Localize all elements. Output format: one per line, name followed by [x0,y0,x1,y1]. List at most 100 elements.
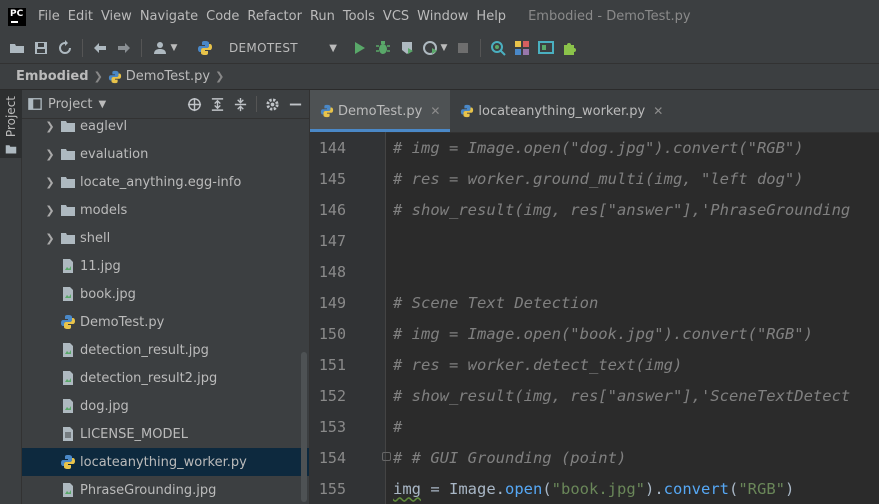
python-file-icon [60,454,76,470]
image-file-icon [60,258,76,274]
chevron-right-icon[interactable]: ❯ [42,204,58,217]
code-line[interactable]: 149 # Scene Text Detection [310,287,879,318]
menu-navigate[interactable]: Navigate [136,9,202,24]
pycharm-logo-icon: PC [8,7,26,26]
tree-row-file[interactable]: 11.jpg [22,252,309,280]
tree-row-file[interactable]: book.jpg [22,280,309,308]
project-structure-icon[interactable] [511,37,533,59]
project-panel-title[interactable]: Project [48,97,92,112]
attach-debugger-icon[interactable] [487,37,509,59]
code-line[interactable]: 154 # # GUI Grounding (point) [310,442,879,473]
code-area[interactable]: 144 # img = Image.open("dog.jpg").convert… [310,132,879,504]
image-file-icon [60,482,76,498]
project-panel: Project ▼ ❯ eaglevl ❯ evaluation ❯ locat… [22,90,309,504]
tree-row-file[interactable]: LICENSE_MODEL [22,420,309,448]
code-line[interactable]: 146 # show_result(img, res["answer"],'Phr… [310,194,879,225]
code-token-string: "book.jpg" [551,479,645,498]
collapse-all-icon[interactable] [233,97,248,112]
tree-row-file[interactable]: detection_result.jpg [22,336,309,364]
tree-item-label: dog.jpg [80,398,129,414]
tree-row-folder[interactable]: ❯ locate_anything.egg-info [22,168,309,196]
tab-demotest[interactable]: DemoTest.py ✕ [310,90,451,132]
back-arrow-icon[interactable] [89,37,111,59]
menu-vcs[interactable]: VCS [379,9,413,24]
image-file-icon [60,286,76,302]
chevron-down-icon[interactable]: ▼ [98,99,106,110]
chevron-right-icon[interactable]: ❯ [42,148,58,161]
close-icon[interactable]: ✕ [430,104,440,118]
fold-marker-icon[interactable] [382,452,391,461]
code-line[interactable]: 151 # res = worker.detect_text(img) [310,349,879,380]
gear-icon[interactable] [265,97,280,112]
tree-row-folder[interactable]: ❯ shell [22,224,309,252]
chevron-right-icon[interactable]: ❯ [42,120,58,133]
project-scrollbar[interactable] [301,352,307,502]
tree-row-folder[interactable]: ❯ models [22,196,309,224]
tree-row-file[interactable]: PhraseGrounding.jpg [22,476,309,504]
code-text: # res = worker.ground_multi(img, "left d… [393,169,804,188]
code-text: # show_result(img, res["answer"],'Phrase… [393,200,851,219]
panel-actions [187,96,303,112]
run-config-label: DEMOTEST [229,41,298,55]
tree-item-label: eaglevl [80,118,128,134]
code-line[interactable]: 152 # show_result(img, res["answer"],'Sce… [310,380,879,411]
code-line[interactable]: 153 # [310,411,879,442]
menu-help[interactable]: Help [472,9,510,24]
code-line[interactable]: 145 # res = worker.ground_multi(img, "lef… [310,163,879,194]
code-line[interactable]: 148 [310,256,879,287]
vcs-user-icon[interactable]: ▼ [148,37,182,59]
coverage-icon[interactable] [396,37,418,59]
code-text: # [393,417,403,436]
line-number: 154 [318,448,346,467]
minimize-icon[interactable] [288,97,303,112]
project-view-icon [28,98,42,110]
tree-row-file-selected[interactable]: locateanything_worker.py [22,448,309,476]
run-configuration-selector[interactable]: DEMOTEST ▼ [197,40,347,56]
line-number: 150 [318,324,346,343]
locate-target-icon[interactable] [187,97,202,112]
image-file-icon [60,398,76,414]
line-number: 145 [318,169,346,188]
code-line[interactable]: 147 [310,225,879,256]
menu-tools[interactable]: Tools [339,9,379,24]
run-icon[interactable] [348,37,370,59]
close-icon[interactable]: ✕ [653,104,663,118]
code-line-active[interactable]: 155 img = Image.open("book.jpg").convert… [310,473,879,504]
code-editor: DemoTest.py ✕ locateanything_worker.py ✕… [309,90,879,504]
tree-row-file[interactable]: DemoTest.py [22,308,309,336]
code-token-function: convert [663,479,729,498]
chevron-right-icon[interactable]: ❯ [42,176,58,189]
tree-row-file[interactable]: dog.jpg [22,392,309,420]
code-line[interactable]: 144 # img = Image.open("dog.jpg").convert… [310,132,879,163]
code-token-operator: = [421,479,449,498]
save-all-icon[interactable] [30,37,52,59]
expand-all-icon[interactable] [210,97,225,112]
profile-icon[interactable]: ▼ [420,37,450,59]
chevron-right-icon: ❯ [93,70,103,83]
menu-edit[interactable]: Edit [64,9,97,24]
plugins-icon[interactable] [559,37,581,59]
menu-code[interactable]: Code [202,9,243,24]
menu-refactor[interactable]: Refactor [243,9,306,24]
tree-row-folder[interactable]: ❯ eaglevl [22,112,309,140]
code-line[interactable]: 150 # img = Image.open("book.jpg").conver… [310,318,879,349]
debug-icon[interactable] [372,37,394,59]
tree-row-folder[interactable]: ❯ evaluation [22,140,309,168]
menu-file[interactable]: File [34,9,64,24]
menu-run[interactable]: Run [306,9,339,24]
stop-icon[interactable] [452,37,474,59]
sync-icon[interactable] [54,37,76,59]
menu-window[interactable]: Window [413,9,472,24]
code-token-paren: ( [729,479,739,498]
open-folder-icon[interactable] [6,37,28,59]
breadcrumb-file[interactable]: DemoTest.py [126,69,210,84]
tool-window-icon[interactable] [535,37,557,59]
python-file-icon [320,104,334,118]
project-tool-tab[interactable]: Project [0,90,22,158]
breadcrumb-project[interactable]: Embodied [16,69,89,84]
forward-arrow-icon[interactable] [113,37,135,59]
menu-view[interactable]: View [97,9,136,24]
tree-row-file[interactable]: detection_result2.jpg [22,364,309,392]
chevron-right-icon[interactable]: ❯ [42,232,58,245]
tab-locateanything-worker[interactable]: locateanything_worker.py ✕ [450,90,673,132]
